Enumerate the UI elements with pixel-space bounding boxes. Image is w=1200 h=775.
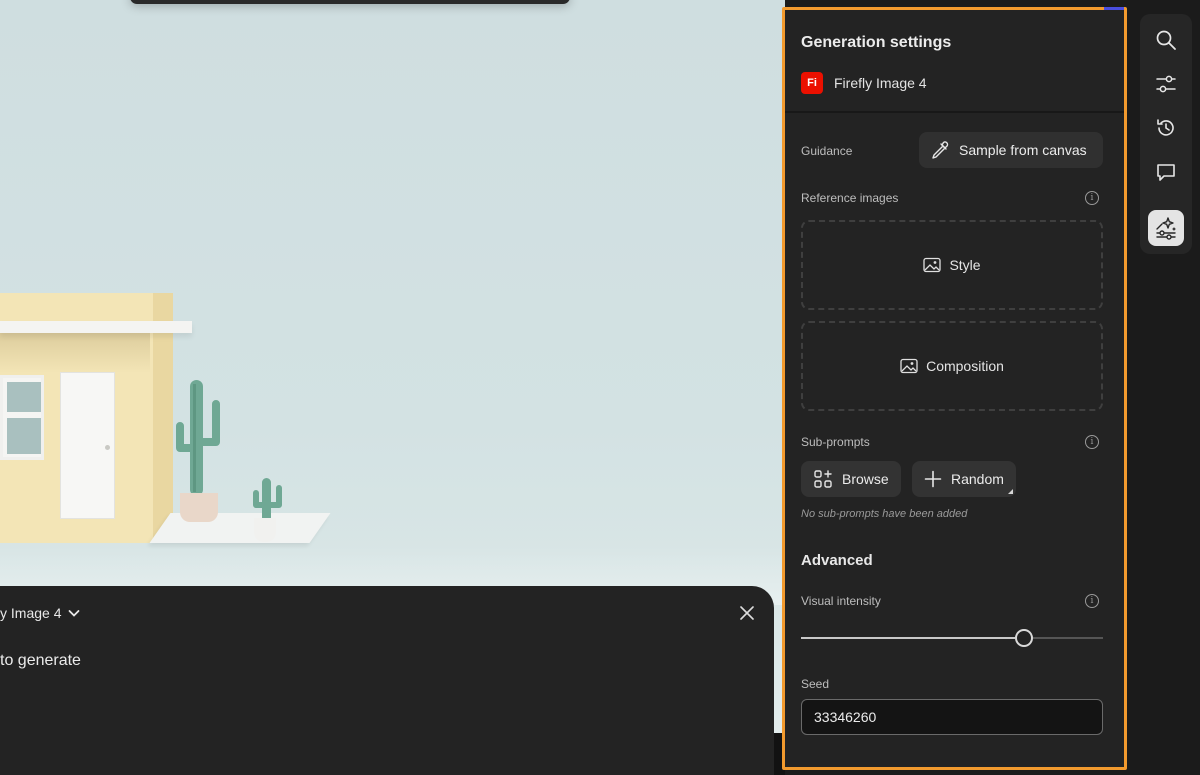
model-name: Firefly Image 4: [834, 75, 927, 91]
history-icon: [1157, 119, 1174, 136]
prompt-input[interactable]: to generate: [0, 652, 81, 670]
divider: [785, 111, 1124, 113]
comment-icon: [1157, 164, 1175, 181]
plus-icon: [924, 470, 942, 488]
random-button[interactable]: Random: [912, 461, 1016, 497]
sample-from-canvas-button[interactable]: Sample from canvas: [919, 132, 1103, 168]
adjustments-button[interactable]: [1148, 66, 1184, 102]
generation-settings-button[interactable]: [1148, 210, 1184, 246]
cactus-small: [253, 478, 282, 522]
generation-settings-panel: Generation settings Fi Firefly Image 4 G…: [782, 7, 1127, 770]
cactus-large: [176, 380, 220, 496]
dropdown-corner-icon: [1007, 489, 1013, 494]
canvas-accent-edge: [1104, 7, 1124, 10]
eyedropper-icon: [932, 141, 949, 159]
firefly-logo-icon: Fi: [801, 72, 823, 94]
chevron-down-icon: [69, 610, 80, 617]
model-dropdown[interactable]: y Image 4: [0, 605, 81, 621]
roof-shadow: [0, 333, 150, 373]
search-button[interactable]: [1148, 22, 1184, 58]
style-reference-dropzone[interactable]: Style: [801, 220, 1103, 310]
sub-prompts-label: Sub-prompts: [801, 435, 870, 449]
house-door: [60, 372, 115, 519]
slider-thumb[interactable]: [1015, 629, 1033, 647]
prompt-panel: [0, 586, 774, 775]
model-info: Fi Firefly Image 4: [801, 72, 927, 94]
advanced-heading: Advanced: [801, 552, 873, 569]
info-icon[interactable]: i: [1085, 594, 1099, 608]
empty-sub-prompts-note: No sub-prompts have been added: [801, 508, 968, 520]
seed-input[interactable]: [801, 699, 1103, 735]
top-floating-bar: [130, 0, 570, 4]
info-icon[interactable]: i: [1085, 435, 1099, 449]
slider-track: [1033, 637, 1103, 639]
visual-intensity-slider[interactable]: [801, 628, 1103, 648]
pot-small: [254, 518, 276, 542]
random-label: Random: [951, 471, 1004, 487]
style-label: Style: [949, 257, 981, 273]
pot-large: [180, 493, 218, 522]
close-icon: [740, 606, 754, 620]
browse-button[interactable]: Browse: [801, 461, 901, 497]
image-icon: [923, 257, 942, 273]
history-button[interactable]: [1148, 110, 1184, 146]
right-toolbar: [1140, 14, 1192, 254]
adjustments-icon: [1156, 75, 1176, 93]
browse-label: Browse: [842, 471, 889, 487]
model-dropdown-label: y Image 4: [0, 605, 62, 621]
search-icon: [1156, 30, 1176, 50]
visual-intensity-label: Visual intensity: [801, 594, 881, 608]
composition-reference-dropzone[interactable]: Composition: [801, 321, 1103, 411]
seed-label: Seed: [801, 677, 830, 691]
slider-track-fill: [801, 637, 1015, 639]
info-icon[interactable]: i: [1085, 191, 1099, 205]
image-icon: [900, 358, 918, 374]
close-button[interactable]: [736, 602, 758, 624]
comments-button[interactable]: [1148, 154, 1184, 190]
composition-label: Composition: [926, 358, 1004, 374]
browse-grid-icon: [814, 470, 832, 488]
house-window: [0, 375, 44, 460]
generation-settings-icon: [1156, 217, 1176, 240]
reference-images-label: Reference images: [801, 191, 899, 205]
panel-title: Generation settings: [801, 34, 952, 51]
ground-slab: [149, 513, 331, 543]
house-awning: [0, 321, 192, 333]
sample-from-canvas-label: Sample from canvas: [959, 142, 1087, 158]
guidance-label: Guidance: [801, 144, 853, 158]
